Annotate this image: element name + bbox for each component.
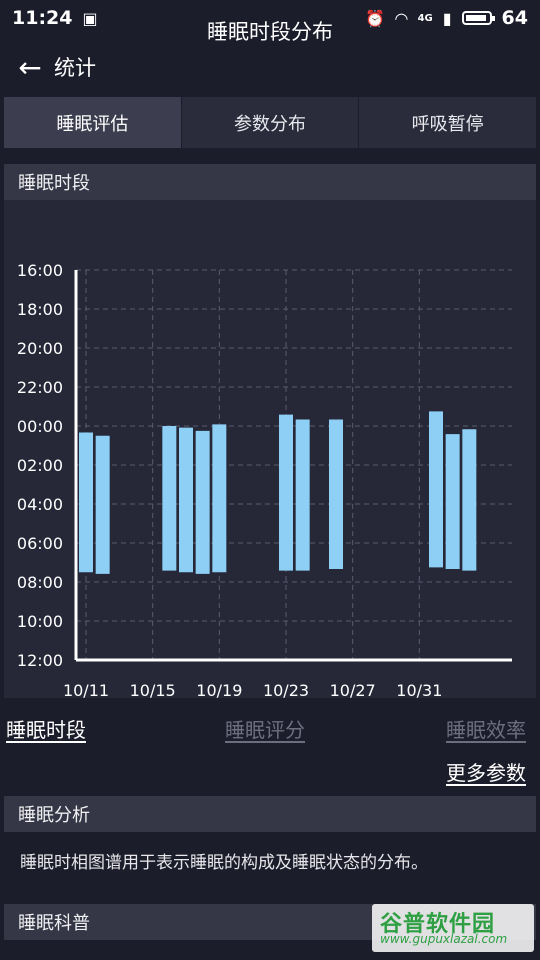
watermark-url: www.gupuxlazal.com <box>380 932 508 946</box>
y-tick-label: 22:00 <box>17 378 63 397</box>
link-sleep-period[interactable]: 睡眠时段 <box>6 714 86 743</box>
link-sleep-score[interactable]: 睡眠评分 <box>225 714 305 743</box>
sleep-bar <box>195 430 210 574</box>
sleep-bar <box>179 427 193 573</box>
sleep-period-chart: 16:00 18:00 20:00 22:00 00:00 02:00 04:00 06:00… <box>17 261 512 700</box>
x-tick-label: 10/23 <box>263 681 309 700</box>
y-tick-label: 08:00 <box>17 573 63 592</box>
watermark-logo: 谷普软件园 www.gupuxlazal.com <box>372 904 534 952</box>
y-tick-label: 04:00 <box>17 495 63 514</box>
y-tick-label: 00:00 <box>17 417 63 436</box>
x-tick-label: 10/31 <box>396 681 442 700</box>
sleep-bar <box>429 411 443 568</box>
y-tick-label: 16:00 <box>17 261 63 280</box>
link-more-params[interactable]: 更多参数 <box>446 757 526 786</box>
sleep-bar <box>95 435 110 574</box>
sleep-bar <box>79 432 93 573</box>
link-sleep-efficiency[interactable]: 睡眠效率 <box>446 714 526 743</box>
sleep-bar <box>295 419 310 571</box>
sleep-bar <box>445 434 460 569</box>
x-tick-label: 10/15 <box>130 681 176 700</box>
analysis-text: 睡眠时相图谱用于表示睡眠的构成及睡眠状态的分布。 <box>20 853 428 873</box>
sleep-bar <box>162 426 177 571</box>
y-tick-label: 20:00 <box>17 339 63 358</box>
x-tick-label: 10/11 <box>63 681 109 700</box>
section-header-sleep-analysis: 睡眠分析 <box>4 796 536 832</box>
x-tick-label: 10/27 <box>330 681 376 700</box>
y-tick-label: 02:00 <box>17 456 63 475</box>
sleep-bar <box>212 424 227 573</box>
x-tick-label: 10/19 <box>196 681 242 700</box>
y-tick-label: 06:00 <box>17 534 63 553</box>
chart-switcher: 睡眠时段 睡眠评分 睡眠效率 <box>0 714 540 744</box>
y-tick-label: 10:00 <box>17 612 63 631</box>
sleep-bar <box>279 414 293 571</box>
sleep-bar <box>462 429 477 571</box>
y-tick-label: 18:00 <box>17 300 63 319</box>
sleep-bar <box>329 419 343 569</box>
y-tick-label: 12:00 <box>17 651 63 670</box>
